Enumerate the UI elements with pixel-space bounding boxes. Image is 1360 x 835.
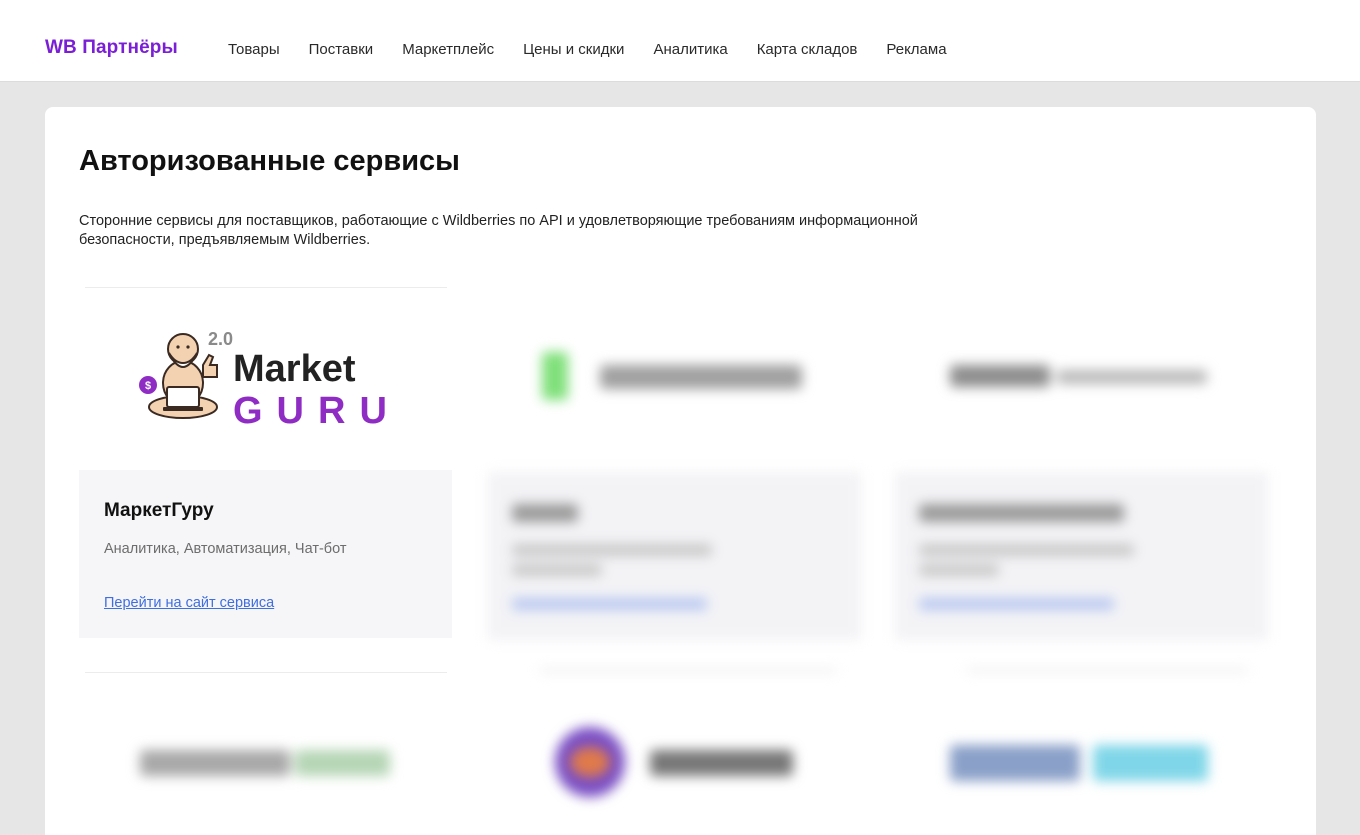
service-name: МаркетГуру bbox=[104, 500, 214, 521]
blurred-service-card bbox=[895, 472, 1268, 640]
blurred-card-tags bbox=[919, 544, 1134, 556]
blurred-logo-mark bbox=[542, 352, 568, 400]
authorized-services-panel: Авторизованные сервисы Сторонние сервисы… bbox=[45, 107, 1316, 835]
page-title: Авторизованные сервисы bbox=[79, 145, 460, 177]
top-navigation-bar: WB Партнёры Товары Поставки Маркетплейс … bbox=[0, 0, 1360, 82]
page-description: Сторонние сервисы для поставщиков, работ… bbox=[79, 213, 918, 248]
svg-text:Market: Market bbox=[233, 348, 356, 390]
blurred-card-tags bbox=[512, 544, 712, 556]
nav-item-analytics[interactable]: Аналитика bbox=[653, 41, 727, 58]
blurred-logo-text bbox=[1093, 745, 1208, 781]
nav-item-tovary[interactable]: Товары bbox=[228, 41, 280, 58]
svg-text:2.0: 2.0 bbox=[208, 329, 233, 349]
row-divider bbox=[967, 669, 1247, 672]
svg-text:GURU: GURU bbox=[233, 390, 401, 432]
blurred-logo-text bbox=[600, 365, 802, 389]
nav-item-postavki[interactable]: Поставки bbox=[309, 41, 374, 58]
nav-item-marketplace[interactable]: Маркетплейс bbox=[402, 41, 494, 58]
blurred-card-title bbox=[512, 504, 578, 522]
service-site-link[interactable]: Перейти на сайт сервиса bbox=[104, 595, 274, 611]
blurred-logo-text bbox=[295, 750, 390, 776]
nav-item-prices-discounts[interactable]: Цены и скидки bbox=[523, 41, 624, 58]
blurred-card-tags bbox=[512, 564, 602, 576]
blurred-card-title bbox=[919, 504, 1124, 522]
blurred-logo-mark bbox=[570, 747, 610, 777]
guru-mascot-icon: $ 2.0 Market GURU bbox=[139, 329, 401, 432]
row-divider bbox=[85, 287, 447, 288]
blurred-service-card bbox=[488, 472, 861, 640]
blurred-card-link bbox=[919, 598, 1114, 610]
blurred-card-tags bbox=[919, 564, 999, 576]
row-divider bbox=[540, 669, 836, 672]
blurred-logo-text bbox=[950, 745, 1080, 781]
service-tags: Аналитика, Автоматизация, Чат-бот bbox=[104, 541, 347, 557]
blurred-logo-text bbox=[650, 750, 793, 776]
blurred-logo-text bbox=[1057, 370, 1207, 384]
svg-text:$: $ bbox=[145, 380, 151, 392]
row-divider bbox=[85, 672, 447, 673]
blurred-logo-text bbox=[950, 365, 1050, 387]
marketguru-logo: $ 2.0 Market GURU bbox=[133, 325, 403, 435]
nav-item-warehouse-map[interactable]: Карта складов bbox=[757, 41, 858, 58]
blurred-logo-text bbox=[140, 750, 290, 776]
main-nav: Товары Поставки Маркетплейс Цены и скидк… bbox=[228, 41, 976, 58]
nav-item-advertising[interactable]: Реклама bbox=[886, 41, 946, 58]
blurred-card-link bbox=[512, 598, 707, 610]
brand-logo[interactable]: WB Партнёры bbox=[45, 37, 178, 59]
service-card-marketguru: МаркетГуру Аналитика, Автоматизация, Чат… bbox=[79, 470, 452, 638]
